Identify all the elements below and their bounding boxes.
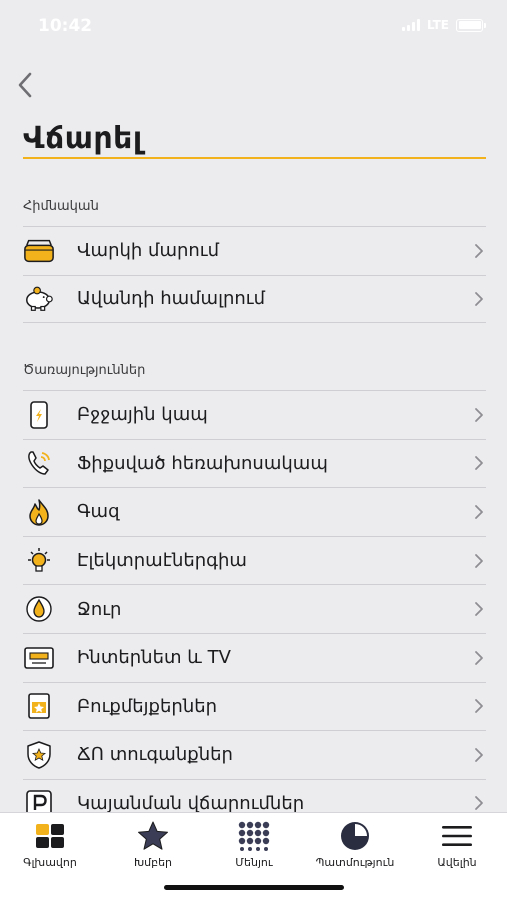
tab-label: Ավելին: [437, 856, 477, 869]
tab-label: Մենյու: [235, 856, 273, 869]
status-indicators: LTE: [401, 18, 486, 32]
router-icon: [23, 642, 55, 674]
water-drop-icon: [23, 593, 55, 625]
chevron-right-icon: [472, 696, 486, 716]
tab-more[interactable]: Ավելին: [407, 819, 507, 869]
list-item-label: ՃՈ տուգանքներ: [77, 744, 233, 766]
list-item-label: Բուքմեյքերներ: [77, 695, 218, 717]
tab-home[interactable]: Գլխավոր: [0, 819, 100, 869]
mobile-phone-icon: [23, 399, 55, 431]
list-item-label: Վարկի մարում: [77, 240, 220, 262]
tab-history[interactable]: Պատմություն: [305, 819, 405, 869]
police-badge-icon: [23, 739, 55, 771]
chevron-right-icon: [472, 793, 486, 813]
list-item-electricity[interactable]: Էլեկտրաէներգիա: [23, 535, 486, 585]
menu-dots-icon: [237, 819, 271, 853]
chevron-right-icon: [472, 745, 486, 765]
chevron-right-icon: [472, 453, 486, 473]
landline-phone-icon: [23, 447, 55, 479]
page-title: Վճարել: [23, 121, 143, 156]
list-item-label: Ինտերնետ և TV: [77, 647, 231, 669]
services-list: Բջջային կապ Ֆիքսված հեռախոսակապ Գազ Էլեկ…: [23, 390, 486, 828]
tab-label: Գլխավոր: [23, 856, 77, 869]
chevron-right-icon: [472, 551, 486, 571]
signal-icon: [401, 19, 420, 31]
ticket-icon: [23, 690, 55, 722]
tab-label: Պատմություն: [315, 856, 395, 869]
list-item-traffic-fines[interactable]: ՃՈ տուգանքներ: [23, 730, 486, 779]
status-bar: 10:42 LTE: [0, 0, 507, 52]
history-clock-icon: [338, 819, 372, 853]
network-type: LTE: [426, 18, 449, 32]
chevron-right-icon: [472, 405, 486, 425]
list-item-landline[interactable]: Ֆիքսված հեռախոսակապ: [23, 438, 486, 488]
chevron-right-icon: [472, 241, 486, 261]
tab-groups[interactable]: Խմբեր: [103, 819, 203, 869]
star-icon: [136, 819, 170, 853]
basic-list: Վարկի մարում Ավանդի համալրում: [23, 226, 486, 324]
list-item-label: Ջուր: [77, 598, 122, 620]
chevron-right-icon: [472, 289, 486, 309]
title-underline: [23, 157, 486, 159]
list-item-deposit-topup[interactable]: Ավանդի համալրում: [23, 274, 486, 324]
battery-icon: [456, 18, 486, 32]
chevron-left-icon: [18, 72, 32, 98]
list-item-label: Գազ: [77, 501, 120, 523]
chevron-right-icon: [472, 648, 486, 668]
wallet-icon: [23, 235, 55, 267]
list-item-label: Բջջային կապ: [77, 404, 208, 426]
hamburger-icon: [440, 819, 474, 853]
tab-label: Խմբեր: [133, 856, 173, 869]
list-item-water[interactable]: Ջուր: [23, 584, 486, 633]
list-item-gas[interactable]: Գազ: [23, 487, 486, 536]
list-item-internet-tv[interactable]: Ինտերնետ և TV: [23, 632, 486, 682]
flame-icon: [23, 496, 55, 528]
list-item-label: Ավանդի համալրում: [77, 288, 266, 310]
list-item-label: Ֆիքսված հեռախոսակապ: [77, 452, 328, 474]
piggy-bank-icon: [23, 283, 55, 315]
back-button[interactable]: [12, 70, 38, 100]
list-item-loan-repayment[interactable]: Վարկի մարում: [23, 226, 486, 275]
list-item-label: Էլեկտրաէներգիա: [77, 550, 247, 572]
tab-menu[interactable]: Մենյու: [204, 819, 304, 869]
section-header-services: Ծառայություններ: [23, 363, 146, 378]
list-item-bookmakers[interactable]: Բուքմեյքերներ: [23, 681, 486, 731]
status-time: 10:42: [38, 16, 93, 36]
home-indicator[interactable]: [164, 885, 344, 890]
chevron-right-icon: [472, 599, 486, 619]
list-item-label: Կայանման վճարումներ: [77, 792, 305, 814]
home-grid-icon: [33, 819, 67, 853]
light-bulb-icon: [23, 545, 55, 577]
list-item-mobile[interactable]: Բջջային կապ: [23, 390, 486, 439]
section-header-basic: Հիմնական: [23, 199, 99, 214]
chevron-right-icon: [472, 502, 486, 522]
